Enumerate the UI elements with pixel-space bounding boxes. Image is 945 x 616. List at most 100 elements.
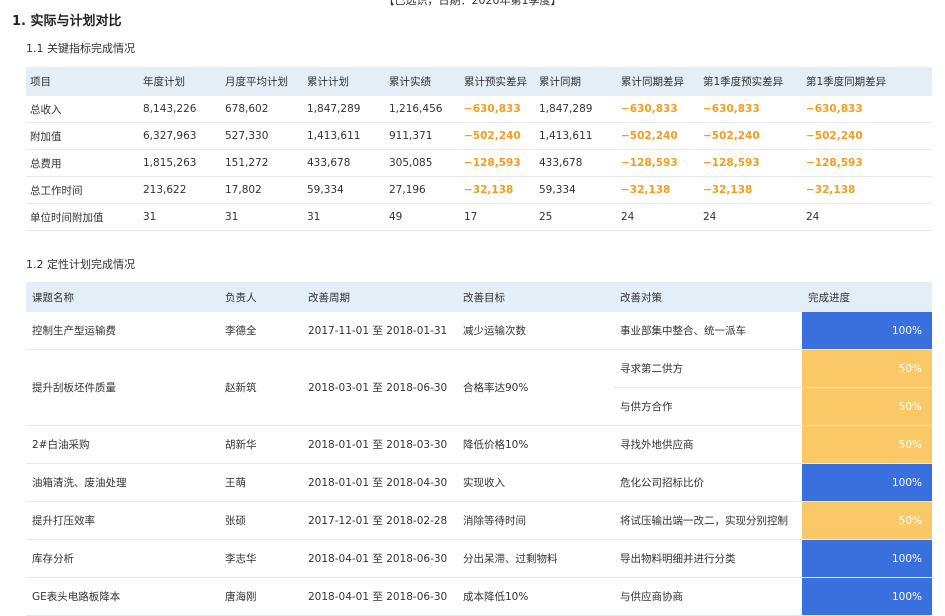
- kpi-value-cell: 31: [303, 203, 385, 231]
- kpi-value-cell: −32,138: [617, 176, 699, 204]
- improvement-period: 2018-04-01 至 2018-06-30: [302, 539, 457, 578]
- kpi-value-cell: 25: [535, 203, 617, 231]
- plan-row: 提升刮板坯件质量 赵新筑 2018-03-01 至 2018-06-30 合格率达90…: [26, 349, 932, 426]
- kpi-row: 总费用 1,815,263 151,272 433,678 305,085 −128,59…: [26, 149, 932, 177]
- progress-cell: 100%: [802, 463, 932, 502]
- kpi-value-cell: −128,593: [617, 149, 699, 177]
- kpi-value-cell: 433,678: [535, 149, 617, 177]
- progress-cell: 50%: [802, 387, 932, 426]
- kpi-value-cell: 17: [460, 203, 535, 231]
- kpi-value-cell: −128,593: [460, 149, 535, 177]
- improvement-measure: 导出物料明细并进行分类: [614, 539, 802, 578]
- progress-cell: 100%: [802, 539, 932, 578]
- kpi-row-label: 总工作时间: [26, 176, 139, 204]
- plan-header-cell: 改善目标: [457, 282, 614, 312]
- plan-row: GE表头电路板降本 唐海刚 2018-04-01 至 2018-06-30 成本降低1…: [26, 577, 932, 616]
- progress-cell: 100%: [802, 312, 932, 350]
- kpi-row-label: 附加值: [26, 122, 139, 150]
- kpi-value-cell: 24: [617, 203, 699, 231]
- kpi-header-cell: 年度计划: [139, 67, 221, 96]
- kpi-value-cell: 27,196: [385, 176, 460, 204]
- topic-name: 提升打压效率: [26, 501, 219, 540]
- plan-row: 2#白油采购 胡新华 2018-01-01 至 2018-03-30 降低价格10% 寻…: [26, 425, 932, 464]
- kpi-value-cell: 24: [699, 203, 802, 231]
- kpi-value-cell: −502,240: [699, 122, 802, 150]
- kpi-value-cell: 1,216,456: [385, 96, 460, 123]
- owner: 李德全: [219, 312, 302, 350]
- kpi-row: 附加值 6,327,963 527,330 1,413,611 911,371 −502,…: [26, 122, 932, 150]
- owner: 李志华: [219, 539, 302, 578]
- improvement-target: 合格率达90%: [457, 349, 614, 426]
- kpi-value-cell: 31: [139, 203, 221, 231]
- improvement-measure: 将试压输出端一改二，实现分别控制: [614, 501, 802, 540]
- section-1-title: 1. 实际与计划对比: [12, 14, 122, 29]
- kpi-value-cell: 527,330: [221, 122, 303, 150]
- plan-row: 油箱清洗、废油处理 王萌 2018-01-01 至 2018-04-30 实现收入 危化…: [26, 463, 932, 502]
- kpi-header-cell: 第1季度预实差异: [699, 67, 802, 96]
- kpi-value-cell: 1,413,611: [535, 122, 617, 150]
- kpi-value-cell: −630,833: [699, 96, 802, 123]
- plan-row: 库存分析 李志华 2018-04-01 至 2018-06-30 分出呆滞、过剩物料导…: [26, 539, 932, 578]
- kpi-row: 总收入 8,143,226 678,602 1,847,289 1,216,456 −63…: [26, 96, 932, 123]
- plan-header-cell: 改善对策: [614, 282, 802, 312]
- improvement-measure: 寻找外地供应商: [614, 425, 802, 464]
- improvement-measure: 寻求第二供方: [614, 349, 802, 388]
- kpi-value-cell: 1,847,289: [535, 96, 617, 123]
- kpi-value-cell: 1,815,263: [139, 149, 221, 177]
- kpi-table: 项目 年度计划 月度平均计划 累计计划 累计实绩 累计预实差异 累计同期 累计同期差异 第1季度…: [26, 67, 932, 231]
- improvement-measure: 与供方合作: [614, 387, 802, 426]
- kpi-value-cell: −630,833: [460, 96, 535, 123]
- plan-header-cell: 完成进度: [802, 282, 932, 312]
- kpi-value-cell: 678,602: [221, 96, 303, 123]
- improvement-measure: 与供应商协商: [614, 577, 802, 616]
- kpi-value-cell: −32,138: [699, 176, 802, 204]
- improvement-period: 2018-04-01 至 2018-06-30: [302, 577, 457, 616]
- kpi-value-cell: 911,371: [385, 122, 460, 150]
- kpi-value-cell: 8,143,226: [139, 96, 221, 123]
- kpi-value-cell: 6,327,963: [139, 122, 221, 150]
- improvement-target: 成本降低10%: [457, 577, 614, 616]
- progress-cell: 50%: [802, 501, 932, 540]
- kpi-header-cell: 累计计划: [303, 67, 385, 96]
- kpi-value-cell: 305,085: [385, 149, 460, 177]
- kpi-value-cell: −32,138: [460, 176, 535, 204]
- improvement-period: 2018-03-01 至 2018-06-30: [302, 349, 457, 426]
- improvement-target: 减少运输次数: [457, 312, 614, 350]
- kpi-value-cell: 1,413,611: [303, 122, 385, 150]
- kpi-header-cell: 累计实绩: [385, 67, 460, 96]
- kpi-value-cell: 24: [802, 203, 932, 231]
- kpi-value-cell: −32,138: [802, 176, 932, 204]
- plan-row: 提升打压效率 张硕 2017-12-01 至 2018-02-28 消除等待时间 将试压…: [26, 501, 932, 540]
- kpi-header-cell: 累计预实差异: [460, 67, 535, 96]
- kpi-value-cell: 59,334: [535, 176, 617, 204]
- kpi-value-cell: 59,334: [303, 176, 385, 204]
- kpi-row-label: 总收入: [26, 96, 139, 123]
- kpi-value-cell: −128,593: [699, 149, 802, 177]
- section-1-1-title: 1.1 关键指标完成情况: [26, 42, 135, 55]
- plan-table: 课题名称 负责人 改善周期 改善目标 改善对策 完成进度 控制生产型运输费 李德全 2017-…: [26, 282, 932, 616]
- owner: 赵新筑: [219, 349, 302, 426]
- plan-header-cell: 改善周期: [302, 282, 457, 312]
- topic-name: 库存分析: [26, 539, 219, 578]
- improvement-period: 2018-01-01 至 2018-03-30: [302, 425, 457, 464]
- kpi-value-cell: −630,833: [617, 96, 699, 123]
- owner: 胡新华: [219, 425, 302, 464]
- report-header-clipped: 【已选识，日期：2020年第1季度】: [383, 0, 562, 7]
- progress-cell: 50%: [802, 349, 932, 388]
- kpi-value-cell: −502,240: [617, 122, 699, 150]
- owner: 王萌: [219, 463, 302, 502]
- kpi-value-cell: 17,802: [221, 176, 303, 204]
- kpi-value-cell: −502,240: [802, 122, 932, 150]
- topic-name: GE表头电路板降本: [26, 577, 219, 616]
- kpi-row: 总工作时间 213,622 17,802 59,334 27,196 −32,138 59,…: [26, 176, 932, 204]
- kpi-value-cell: 49: [385, 203, 460, 231]
- plan-row: 控制生产型运输费 李德全 2017-11-01 至 2018-01-31 减少运输次数…: [26, 312, 932, 350]
- improvement-target: 消除等待时间: [457, 501, 614, 540]
- kpi-value-cell: −630,833: [802, 96, 932, 123]
- kpi-header-cell: 月度平均计划: [221, 67, 303, 96]
- topic-name: 控制生产型运输费: [26, 312, 219, 350]
- improvement-period: 2017-12-01 至 2018-02-28: [302, 501, 457, 540]
- improvement-target: 分出呆滞、过剩物料: [457, 539, 614, 578]
- improvement-period: 2018-01-01 至 2018-04-30: [302, 463, 457, 502]
- kpi-header-cell: 第1季度同期差异: [802, 67, 932, 96]
